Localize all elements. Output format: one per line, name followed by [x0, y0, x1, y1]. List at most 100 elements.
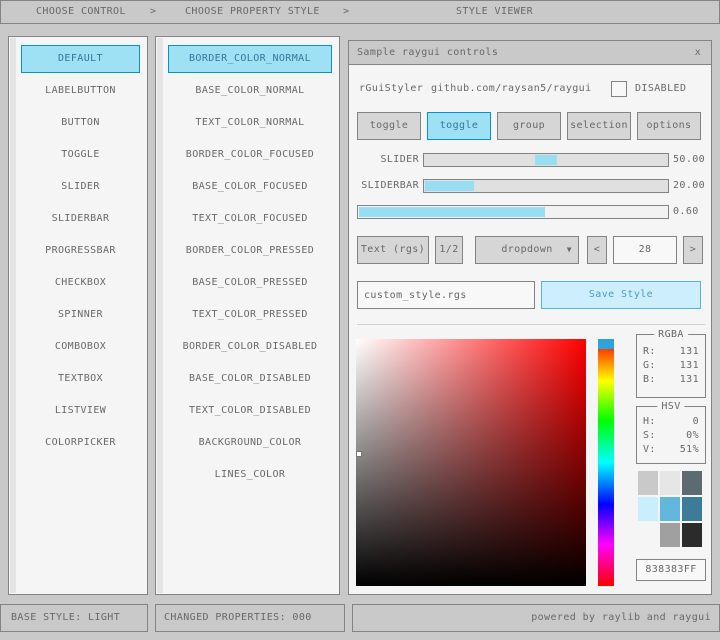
- swatch-3[interactable]: [682, 471, 702, 495]
- control-item-sliderbar[interactable]: SLIDERBAR: [21, 205, 140, 233]
- control-item-slider[interactable]: SLIDER: [21, 173, 140, 201]
- hue-bar-handle[interactable]: [598, 339, 614, 349]
- toggle-button-1[interactable]: toggle: [357, 112, 421, 140]
- breadcrumb-choose-control: CHOOSE CONTROL: [36, 1, 126, 23]
- dropdown-select[interactable]: dropdown ▼: [475, 236, 579, 264]
- close-icon[interactable]: x: [691, 41, 705, 64]
- property-item-base-color-focused[interactable]: BASE_COLOR_FOCUSED: [168, 173, 332, 201]
- repo-link[interactable]: github.com/raysan5/raygui: [431, 81, 592, 97]
- divider: [357, 324, 705, 325]
- window-title: Sample raygui controls: [357, 41, 498, 64]
- control-item-labelbutton[interactable]: LABELBUTTON: [21, 77, 140, 105]
- properties-listview: BORDER_COLOR_NORMAL BASE_COLOR_NORMAL TE…: [155, 36, 340, 595]
- property-item-base-color-normal[interactable]: BASE_COLOR_NORMAL: [168, 77, 332, 105]
- property-item-lines-color[interactable]: LINES_COLOR: [168, 461, 332, 489]
- sliderbar[interactable]: [423, 179, 669, 193]
- breadcrumb-separator-2: >: [343, 1, 349, 23]
- swatch-2[interactable]: [660, 471, 680, 495]
- control-item-toggle[interactable]: TOGGLE: [21, 141, 140, 169]
- statusbar-base-style: BASE STYLE: LIGHT: [0, 604, 148, 632]
- slider-label: SLIDER: [357, 153, 419, 167]
- swatch-1[interactable]: [638, 471, 658, 495]
- properties-listview-scrollbar[interactable]: [157, 38, 163, 593]
- controls-listview-scrollbar[interactable]: [10, 38, 16, 593]
- toggle-button-options[interactable]: options: [637, 112, 701, 140]
- red-value: 131: [680, 345, 699, 359]
- hsv-title: HSV: [657, 401, 684, 412]
- disabled-checkbox-label: DISABLED: [635, 81, 686, 97]
- spinner-value-box[interactable]: 28: [613, 236, 677, 264]
- sliderbar-value: 20.00: [673, 179, 705, 193]
- window-titlebar[interactable]: Sample raygui controls x: [349, 41, 711, 65]
- statusbar-powered-by: powered by raylib and raygui: [352, 604, 720, 632]
- property-item-base-color-pressed[interactable]: BASE_COLOR_PRESSED: [168, 269, 332, 297]
- hue-label: H:: [643, 415, 656, 429]
- blue-label: B:: [643, 373, 656, 387]
- control-item-listview[interactable]: LISTVIEW: [21, 397, 140, 425]
- control-item-spinner[interactable]: SPINNER: [21, 301, 140, 329]
- rgba-title: RGBA: [654, 329, 688, 340]
- property-item-border-color-normal[interactable]: BORDER_COLOR_NORMAL: [168, 45, 332, 73]
- property-item-text-color-disabled[interactable]: TEXT_COLOR_DISABLED: [168, 397, 332, 425]
- disabled-checkbox[interactable]: [611, 81, 627, 97]
- controls-listview: DEFAULT LABELBUTTON BUTTON TOGGLE SLIDER…: [8, 36, 148, 595]
- toggle-button-2-active[interactable]: toggle: [427, 112, 491, 140]
- property-item-text-color-normal[interactable]: TEXT_COLOR_NORMAL: [168, 109, 332, 137]
- saturation-value: 0%: [686, 429, 699, 443]
- half-button[interactable]: 1/2: [435, 236, 463, 264]
- control-item-progressbar[interactable]: PROGRESSBAR: [21, 237, 140, 265]
- breadcrumb-choose-property-style: CHOOSE PROPERTY STYLE: [185, 1, 320, 23]
- property-item-text-color-pressed[interactable]: TEXT_COLOR_PRESSED: [168, 301, 332, 329]
- color-panel-cursor[interactable]: [356, 451, 362, 457]
- saturation-label: S:: [643, 429, 656, 443]
- text-rgs-button[interactable]: Text (rgs): [357, 236, 429, 264]
- control-item-combobox[interactable]: COMBOBOX: [21, 333, 140, 361]
- dropdown-value: dropdown: [501, 244, 552, 255]
- toggle-button-group[interactable]: group: [497, 112, 561, 140]
- style-viewer-window: Sample raygui controls x rGuiStyler gith…: [348, 40, 712, 595]
- swatch-9[interactable]: [682, 523, 702, 547]
- spinner-increment-button[interactable]: >: [683, 236, 703, 264]
- slider-value: 50.00: [673, 153, 705, 167]
- swatch-6[interactable]: [682, 497, 702, 521]
- rgba-groupbox: RGBA R: 131 G: 131 B: 131: [636, 334, 706, 398]
- progress-bar-fill: [359, 207, 545, 217]
- property-item-border-color-pressed[interactable]: BORDER_COLOR_PRESSED: [168, 237, 332, 265]
- chevron-down-icon: ▼: [567, 237, 572, 263]
- spinner-decrement-button[interactable]: <: [587, 236, 607, 264]
- top-status-bar: CHOOSE CONTROL > CHOOSE PROPERTY STYLE >…: [0, 0, 720, 24]
- property-item-border-color-disabled[interactable]: BORDER_COLOR_DISABLED: [168, 333, 332, 361]
- sliderbar-fill: [425, 181, 474, 191]
- control-item-colorpicker[interactable]: COLORPICKER: [21, 429, 140, 457]
- control-item-button[interactable]: BUTTON: [21, 109, 140, 137]
- control-item-textbox[interactable]: TEXTBOX: [21, 365, 140, 393]
- property-item-border-color-focused[interactable]: BORDER_COLOR_FOCUSED: [168, 141, 332, 169]
- rguistyler-app: CHOOSE CONTROL > CHOOSE PROPERTY STYLE >…: [0, 0, 720, 640]
- style-filename-input[interactable]: [357, 281, 535, 309]
- swatch-8[interactable]: [660, 523, 680, 547]
- hue-bar[interactable]: [598, 339, 614, 586]
- slider-handle[interactable]: [535, 155, 557, 165]
- hsv-groupbox: HSV H: 0 S: 0% V: 51%: [636, 406, 706, 464]
- value-value: 51%: [680, 443, 699, 457]
- property-item-background-color[interactable]: BACKGROUND_COLOR: [168, 429, 332, 457]
- property-item-text-color-focused[interactable]: TEXT_COLOR_FOCUSED: [168, 205, 332, 233]
- color-saturation-value-panel[interactable]: [356, 339, 586, 586]
- sliderbar-label: SLIDERBAR: [357, 179, 419, 193]
- control-item-checkbox[interactable]: CHECKBOX: [21, 269, 140, 297]
- hex-color-input[interactable]: 838383FF: [636, 559, 706, 581]
- swatch-4[interactable]: [638, 497, 658, 521]
- swatch-7[interactable]: [638, 523, 658, 547]
- control-item-default[interactable]: DEFAULT: [21, 45, 140, 73]
- progress-bar: [357, 205, 669, 219]
- breadcrumb-separator-1: >: [150, 1, 156, 23]
- swatch-5[interactable]: [660, 497, 680, 521]
- hue-value: 0: [693, 415, 699, 429]
- slider[interactable]: [423, 153, 669, 167]
- statusbar-changed-properties: CHANGED PROPERTIES: 000: [155, 604, 345, 632]
- green-label: G:: [643, 359, 656, 373]
- property-item-base-color-disabled[interactable]: BASE_COLOR_DISABLED: [168, 365, 332, 393]
- toggle-button-selection[interactable]: selection: [567, 112, 631, 140]
- app-brand-label: rGuiStyler: [359, 81, 423, 97]
- save-style-button[interactable]: Save Style: [541, 281, 701, 309]
